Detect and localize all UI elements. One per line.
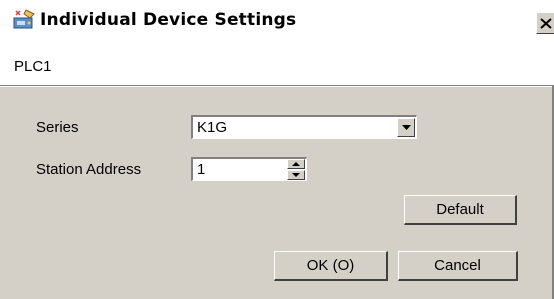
close-icon	[540, 18, 552, 29]
title-bar: Individual Device Settings	[0, 0, 554, 42]
decrement-button[interactable]	[287, 170, 305, 180]
station-address-stepper[interactable]: 1	[191, 157, 307, 181]
device-header: PLC1	[0, 42, 554, 87]
series-select[interactable]: K1G	[191, 115, 417, 139]
series-dropdown-button[interactable]	[397, 118, 415, 137]
device-settings-icon	[12, 8, 38, 32]
station-address-label: Station Address	[36, 161, 142, 178]
triangle-down-icon	[292, 173, 300, 177]
series-label: Series	[36, 119, 79, 136]
close-button[interactable]	[536, 12, 554, 34]
ok-button[interactable]: OK (O)	[274, 251, 388, 281]
device-name: PLC1	[14, 58, 52, 75]
chevron-down-icon	[402, 125, 411, 130]
settings-panel: Series K1G Station Address 1 Default OK …	[0, 88, 554, 299]
cancel-button[interactable]: Cancel	[398, 251, 518, 281]
dialog-window: Individual Device Settings PLC1 Series K…	[0, 0, 554, 299]
station-address-value: 1	[197, 161, 206, 178]
series-value: K1G	[197, 119, 228, 136]
spin-buttons	[287, 159, 305, 180]
default-button[interactable]: Default	[404, 195, 517, 225]
increment-button[interactable]	[287, 159, 305, 169]
dialog-title: Individual Device Settings	[40, 10, 297, 30]
triangle-up-icon	[292, 162, 300, 166]
